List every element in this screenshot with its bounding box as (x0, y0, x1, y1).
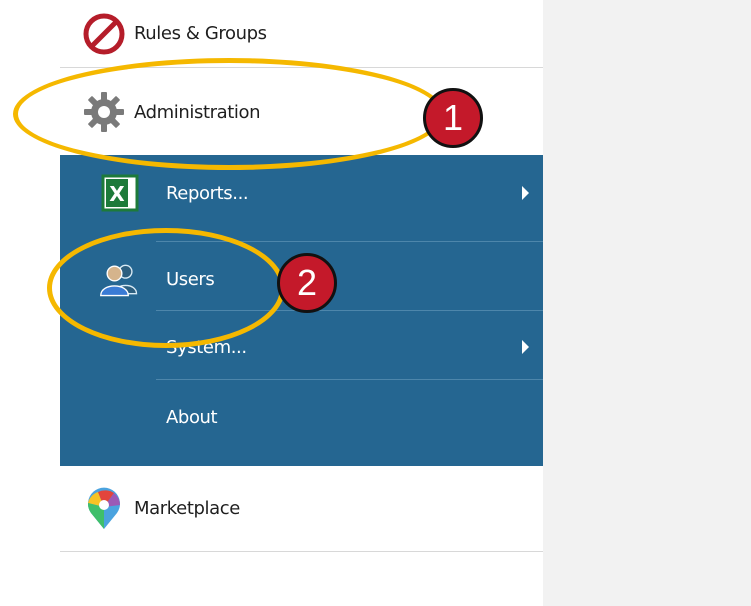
excel-icon: X (98, 171, 142, 215)
step-badge-1: 1 (423, 88, 483, 148)
users-icon (98, 257, 142, 301)
content-pane (543, 0, 751, 606)
sidebar-item-label: Administration (134, 101, 261, 123)
submenu-item-about[interactable]: About (60, 383, 543, 451)
submenu-item-label: About (166, 406, 218, 428)
submenu-item-system[interactable]: System... (60, 313, 543, 381)
submenu-item-label: Users (166, 268, 215, 290)
svg-text:X: X (109, 182, 125, 206)
no-entry-icon (82, 12, 126, 56)
sidebar-item-label: Marketplace (134, 498, 240, 519)
chevron-right-icon (522, 340, 529, 354)
sidebar-item-rules-groups[interactable]: Rules & Groups (60, 0, 543, 68)
gear-icon (82, 90, 126, 134)
submenu-item-label: Reports... (166, 182, 249, 204)
divider (156, 379, 543, 380)
chevron-right-icon (522, 186, 529, 200)
submenu-item-reports[interactable]: X Reports... (60, 159, 543, 227)
sidebar-item-marketplace[interactable]: Marketplace (60, 466, 543, 552)
sidebar-item-label: Rules & Groups (134, 23, 267, 44)
divider (156, 310, 543, 311)
divider (156, 241, 543, 242)
step-badge-2: 2 (277, 253, 337, 313)
map-pin-icon (82, 487, 126, 531)
submenu-item-label: System... (166, 336, 247, 358)
